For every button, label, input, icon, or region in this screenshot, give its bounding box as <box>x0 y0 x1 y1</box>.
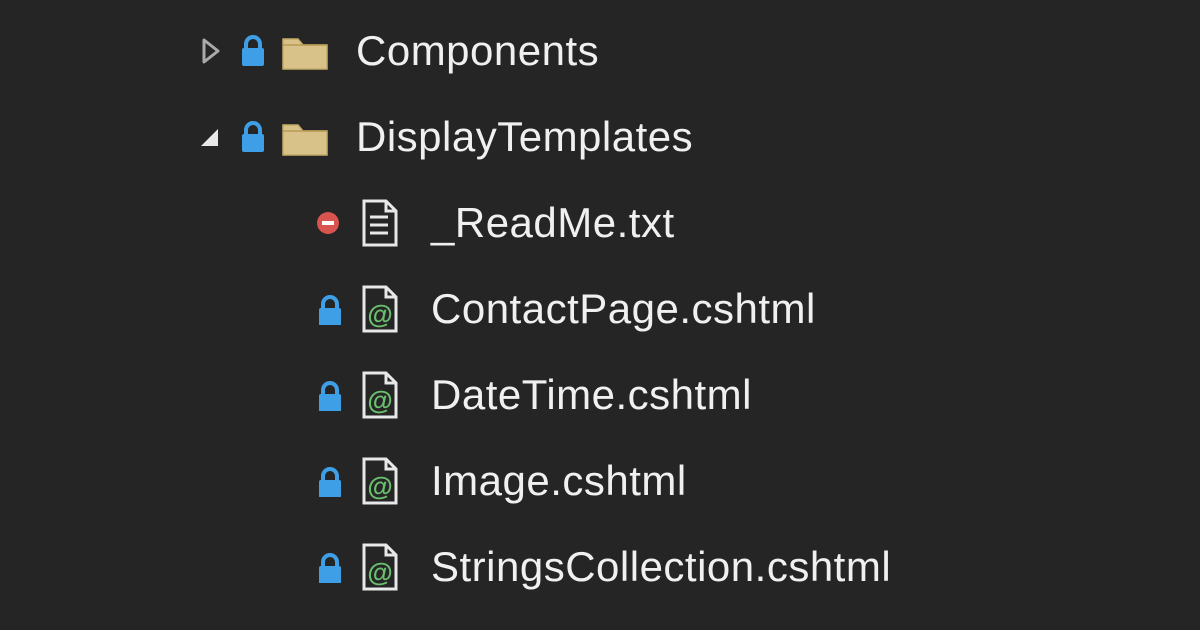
tree-item-label: DisplayTemplates <box>356 113 693 161</box>
chevron-right-icon[interactable] <box>190 36 230 66</box>
tree-item-label: Image.cshtml <box>431 457 687 505</box>
tree-folder-components[interactable]: Components <box>0 8 1200 94</box>
folder-icon <box>276 28 334 74</box>
folder-icon <box>276 114 334 160</box>
tree-folder-displaytemplates[interactable]: DisplayTemplates <box>0 94 1200 180</box>
tree-item-label: _ReadMe.txt <box>431 199 675 247</box>
lock-icon <box>230 119 276 155</box>
lock-icon <box>230 33 276 69</box>
tree-item-label: DateTime.cshtml <box>431 371 752 419</box>
tree-file-image[interactable]: Image.cshtml <box>0 438 1200 524</box>
lock-icon <box>305 379 351 411</box>
razor-file-icon <box>351 283 409 335</box>
lock-icon <box>305 551 351 583</box>
tree-item-label: Components <box>356 27 599 75</box>
blocked-icon <box>305 212 351 234</box>
razor-file-icon <box>351 541 409 593</box>
tree-item-label: ContactPage.cshtml <box>431 285 816 333</box>
chevron-down-icon[interactable] <box>190 122 230 152</box>
razor-file-icon <box>351 455 409 507</box>
razor-file-icon <box>351 369 409 421</box>
tree-file-stringscollection[interactable]: StringsCollection.cshtml <box>0 524 1200 610</box>
text-file-icon <box>351 197 409 249</box>
tree-file-contactpage[interactable]: ContactPage.cshtml <box>0 266 1200 352</box>
solution-explorer-tree: Components DisplayTemplates _ReadMe.txt <box>0 0 1200 610</box>
tree-file-datetime[interactable]: DateTime.cshtml <box>0 352 1200 438</box>
tree-item-label: StringsCollection.cshtml <box>431 543 891 591</box>
tree-file-readme[interactable]: _ReadMe.txt <box>0 180 1200 266</box>
lock-icon <box>305 465 351 497</box>
lock-icon <box>305 293 351 325</box>
